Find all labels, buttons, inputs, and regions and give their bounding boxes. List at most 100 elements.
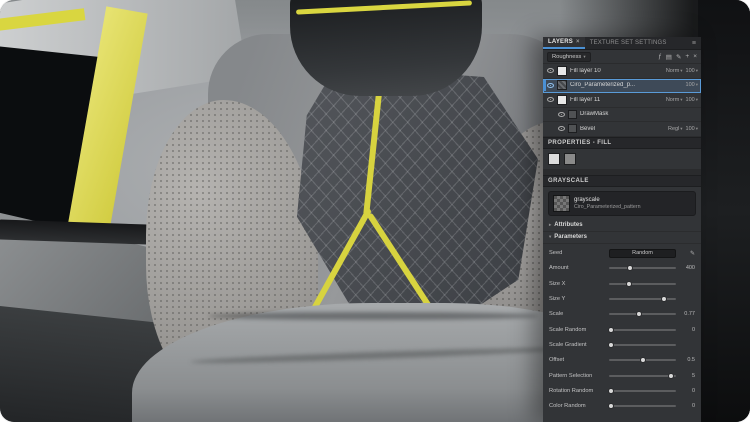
tab-layers[interactable]: LAYERS × <box>543 37 585 49</box>
layer-name[interactable]: Fill layer 11 <box>570 97 663 103</box>
slider-knob[interactable] <box>668 372 675 379</box>
grayscale-resource-selector[interactable]: grayscale Ciro_Parameterized_pattern <box>548 190 696 216</box>
param-slider[interactable] <box>609 261 676 276</box>
opacity-dropdown[interactable]: 100 ▾ <box>686 126 698 132</box>
chevron-down-icon: ▾ <box>695 96 698 102</box>
slider-track[interactable] <box>609 267 676 270</box>
parameters-list: Seed Random ✎ Amount 400 Size X Size Y S… <box>543 244 701 414</box>
param-row-seed: Seed Random ✎ <box>549 246 695 261</box>
blend-mode-dropdown[interactable]: Norm ▾ <box>666 68 683 74</box>
param-slider[interactable] <box>608 322 676 337</box>
param-label: Offset <box>549 357 565 364</box>
layer-row-fill-10[interactable]: Fill layer 10 Norm ▾ 100 ▾ <box>543 64 701 79</box>
layer-row-fill-11[interactable]: Fill layer 11 Norm ▾ 100 ▾ <box>543 93 701 108</box>
param-value: 0 <box>691 403 695 410</box>
layer-list: Fill layer 10 Norm ▾ 100 ▾ Ciro_Paramete… <box>543 64 701 137</box>
channel-dropdown-value: Roughness <box>552 53 582 60</box>
add-folder-icon[interactable]: ▤ <box>666 53 672 61</box>
param-slider[interactable] <box>608 383 676 398</box>
slider-track[interactable] <box>609 343 676 346</box>
slider-knob[interactable] <box>639 357 646 364</box>
resource-type: grayscale <box>574 196 600 203</box>
layer-thumbnail[interactable] <box>557 94 567 105</box>
slider-track[interactable] <box>609 374 676 377</box>
parameters-collapser[interactable]: ▾ Parameters <box>543 232 701 244</box>
layer-name[interactable]: Fill layer 10 <box>570 68 663 74</box>
add-effect-icon[interactable]: ƒ <box>658 53 662 60</box>
close-icon[interactable]: × <box>576 39 580 45</box>
visibility-eye-icon[interactable] <box>547 68 554 74</box>
slider-track[interactable] <box>609 313 676 316</box>
param-slider[interactable] <box>608 337 676 352</box>
tab-texture-set-settings[interactable]: TEXTURE SET SETTINGS <box>585 37 672 49</box>
layer-row-drawmask[interactable]: DrawMask <box>543 108 701 122</box>
tab-layers-label: LAYERS <box>548 39 573 45</box>
blend-mode-dropdown[interactable]: Norm ▾ <box>666 97 683 103</box>
param-row-size-y: Size Y <box>549 291 695 306</box>
layer-thumbnail[interactable] <box>557 80 567 91</box>
slider-knob[interactable] <box>608 341 615 348</box>
layer-thumbnail[interactable] <box>557 65 567 76</box>
screenshot-frame: LAYERS × TEXTURE SET SETTINGS ≡ Roughnes… <box>0 0 750 422</box>
opacity-value: 100 <box>685 96 695 103</box>
layer-row-ciro-parameterized[interactable]: Ciro_Parameterized_p... 100 ▾ <box>543 78 701 93</box>
param-slider[interactable] <box>609 307 676 322</box>
layer-row-bevel[interactable]: Bevel Regl ▾ 100 ▾ <box>543 122 701 137</box>
opacity-dropdown[interactable]: 100 ▾ <box>686 97 698 103</box>
add-paint-layer-icon[interactable]: ✎ <box>676 53 681 61</box>
param-row-scale-random: Scale Random 0 <box>549 322 695 337</box>
channel-dropdown[interactable]: Roughness ▾ <box>547 51 591 62</box>
fill-preview-row <box>543 148 701 169</box>
effect-thumbnail[interactable] <box>568 124 577 134</box>
visibility-eye-icon[interactable] <box>558 126 565 132</box>
panel-menu-icon[interactable]: ≡ <box>687 37 701 49</box>
mask-name[interactable]: DrawMask <box>580 111 698 117</box>
param-slider[interactable] <box>609 276 676 291</box>
mask-thumbnail[interactable] <box>568 109 577 119</box>
slider-knob[interactable] <box>626 280 633 287</box>
slider-track[interactable] <box>609 405 676 408</box>
material-preview-thumb[interactable] <box>548 152 560 165</box>
delete-layer-icon[interactable]: × <box>693 53 697 60</box>
opacity-dropdown[interactable]: 100 ▾ <box>686 82 698 88</box>
slider-knob[interactable] <box>636 311 643 318</box>
slider-track[interactable] <box>609 328 676 331</box>
add-fill-layer-icon[interactable]: + <box>685 53 689 60</box>
attributes-collapser[interactable]: ▸ Attributes <box>543 220 701 232</box>
grayscale-preview-thumb[interactable] <box>564 152 576 165</box>
slider-knob[interactable] <box>627 265 634 272</box>
slider-knob[interactable] <box>608 403 615 410</box>
pencil-icon[interactable]: ✎ <box>680 250 695 257</box>
param-label: Size Y <box>549 296 566 303</box>
param-control: Random <box>609 246 676 261</box>
panel-tabbar: LAYERS × TEXTURE SET SETTINGS ≡ <box>543 37 701 50</box>
visibility-eye-icon[interactable] <box>547 82 554 88</box>
resource-text: grayscale Ciro_Parameterized_pattern <box>574 197 641 210</box>
visibility-eye-icon[interactable] <box>558 111 565 117</box>
blend-mode-value: Norm <box>665 96 680 103</box>
slider-knob[interactable] <box>608 326 615 333</box>
photo-dark-edge <box>698 0 750 422</box>
effect-name[interactable]: Bevel <box>580 126 665 132</box>
opacity-dropdown[interactable]: 100 ▾ <box>686 68 698 74</box>
chevron-down-icon: ▾ <box>680 67 683 73</box>
param-label: Scale Random <box>549 326 587 333</box>
slider-knob[interactable] <box>660 296 667 303</box>
slider-track[interactable] <box>609 389 676 392</box>
param-slider[interactable] <box>609 353 676 368</box>
slider-track[interactable] <box>609 282 676 285</box>
opacity-value: 100 <box>685 125 695 132</box>
chevron-down-icon: ▾ <box>583 53 586 59</box>
chevron-down-icon: ▾ <box>680 125 683 131</box>
param-value: 0 <box>691 387 695 394</box>
seed-random-button[interactable]: Random <box>609 248 676 258</box>
param-slider[interactable] <box>609 291 676 306</box>
param-slider[interactable] <box>608 398 676 413</box>
chevron-down-icon: ▾ <box>549 234 552 239</box>
slider-knob[interactable] <box>608 387 615 394</box>
layer-name[interactable]: Ciro_Parameterized_p... <box>570 82 683 88</box>
blend-mode-dropdown[interactable]: Regl ▾ <box>668 126 683 132</box>
seat-headrest <box>290 0 482 96</box>
param-slider[interactable] <box>609 368 676 383</box>
visibility-eye-icon[interactable] <box>547 97 554 103</box>
